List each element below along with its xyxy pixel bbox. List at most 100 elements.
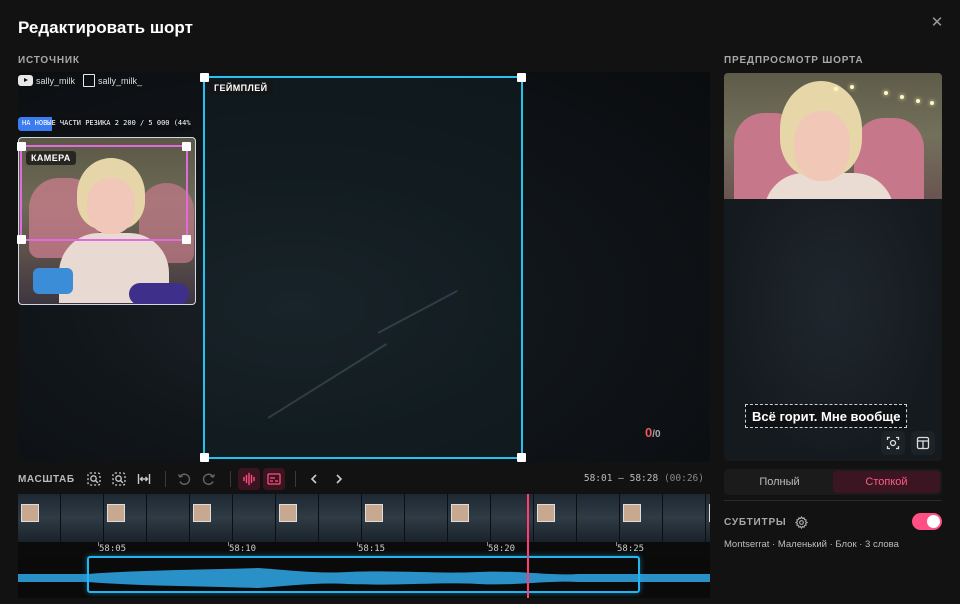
subtitles-track-icon[interactable] bbox=[262, 468, 285, 490]
timeline-thumbnail bbox=[362, 494, 405, 542]
ruler-tick-label: 58:15 bbox=[358, 544, 386, 554]
timeline-thumbnail bbox=[577, 494, 620, 542]
crop-handle-bottom-right[interactable] bbox=[517, 453, 526, 462]
subtitles-style-summary: Montserrat · Маленький · Блок · 3 слова bbox=[724, 539, 899, 550]
counter-total: 0 bbox=[655, 429, 661, 440]
gameplay-crop-box[interactable]: ГЕЙМПЛЕЙ bbox=[200, 73, 526, 462]
thumbnail-camera-inset bbox=[193, 504, 211, 522]
youtube-icon bbox=[18, 75, 33, 86]
timeline-thumbnail bbox=[18, 494, 61, 542]
scale-label: МАСШТАБ bbox=[18, 473, 75, 485]
layout-mode-stacked[interactable]: Стопкой bbox=[833, 471, 940, 493]
timeline-thumbnail bbox=[190, 494, 233, 542]
subtitles-toggle[interactable] bbox=[912, 513, 942, 530]
time-range-readout: 58:01 — 58:28 (00:26) bbox=[584, 473, 704, 484]
youtube-handle: sally_milk bbox=[36, 75, 76, 86]
preview-streamer-face bbox=[794, 111, 850, 181]
overlay-counter: 0/0 bbox=[645, 425, 661, 440]
fairy-light bbox=[850, 85, 854, 89]
twitch-icon bbox=[83, 74, 96, 87]
ruler-tick-label: 58:05 bbox=[99, 544, 127, 554]
social-twitch: sally_milk_ bbox=[83, 74, 142, 87]
short-preview bbox=[724, 73, 942, 461]
zoom-in-icon[interactable] bbox=[83, 468, 105, 490]
crop-handle-top-left[interactable] bbox=[17, 142, 26, 151]
camera-crop-label: КАМЕРА bbox=[26, 151, 76, 165]
timeline-thumbnail bbox=[104, 494, 147, 542]
timeline-toolbar: МАСШТАБ 58:01 — 58:28 (00:26) bbox=[18, 468, 710, 490]
crop-handle-bottom-left[interactable] bbox=[200, 453, 209, 462]
thumbnail-camera-inset bbox=[107, 504, 125, 522]
toolbar-separator bbox=[229, 471, 231, 487]
clip-selection-range[interactable] bbox=[87, 556, 640, 593]
toolbar-separator bbox=[294, 471, 296, 487]
redo-icon[interactable] bbox=[198, 468, 220, 490]
webcam-object bbox=[33, 268, 73, 294]
crop-handle-top-right[interactable] bbox=[182, 142, 191, 151]
clip-duration: (00:26) bbox=[663, 473, 704, 484]
chevron-left-icon[interactable] bbox=[303, 468, 325, 490]
fairy-light bbox=[884, 91, 888, 95]
thumbnail-camera-inset bbox=[623, 504, 641, 522]
preview-camera-area bbox=[724, 73, 942, 213]
dialog-title: Редактировать шорт bbox=[18, 18, 193, 37]
ruler-tick-label: 58:10 bbox=[229, 544, 257, 554]
ruler-tick-label: 58:25 bbox=[617, 544, 645, 554]
stream-socials: sally_milk sally_milk_ bbox=[18, 74, 142, 87]
thumbnail-camera-inset bbox=[709, 504, 710, 522]
timeline-thumbnail bbox=[448, 494, 491, 542]
crop-handle-top-left[interactable] bbox=[200, 73, 209, 82]
timeline-thumbnails[interactable] bbox=[18, 494, 710, 542]
timeline-thumbnail bbox=[61, 494, 104, 542]
layout-mode-switch: Полный Стопкой bbox=[724, 469, 942, 495]
time-range: 58:01 — 58:28 bbox=[583, 473, 659, 484]
thumbnail-camera-inset bbox=[451, 504, 469, 522]
fairy-light bbox=[916, 99, 920, 103]
social-youtube: sally_milk bbox=[18, 75, 75, 86]
thumbnail-camera-inset bbox=[365, 504, 383, 522]
camera-position-icon[interactable] bbox=[881, 431, 905, 455]
twitch-handle: sally_milk_ bbox=[98, 75, 143, 86]
timeline-thumbnail bbox=[620, 494, 663, 542]
fairy-light bbox=[930, 101, 934, 105]
crop-handle-bottom-right[interactable] bbox=[182, 235, 191, 244]
timeline-thumbnail bbox=[319, 494, 362, 542]
preview-section-label: ПРЕДПРОСМОТР ШОРТА bbox=[724, 55, 864, 66]
fit-width-icon[interactable] bbox=[133, 468, 155, 490]
timeline-thumbnail bbox=[534, 494, 577, 542]
thumbnail-camera-inset bbox=[537, 504, 555, 522]
timeline-thumbnail bbox=[233, 494, 276, 542]
timeline-thumbnail bbox=[663, 494, 706, 542]
close-icon[interactable]: ✕ bbox=[928, 14, 946, 32]
preview-subtitle[interactable]: Всё горит. Мне вообще bbox=[745, 404, 908, 428]
webcam-object bbox=[129, 283, 189, 304]
layout-mode-full[interactable]: Полный bbox=[726, 471, 833, 493]
thumbnail-camera-inset bbox=[279, 504, 297, 522]
gear-icon[interactable] bbox=[794, 515, 808, 529]
undo-icon[interactable] bbox=[173, 468, 195, 490]
playhead[interactable] bbox=[527, 494, 529, 598]
source-section-label: ИСТОЧНИК bbox=[18, 55, 80, 66]
gameplay-crop-label: ГЕЙМПЛЕЙ bbox=[209, 81, 273, 95]
crop-handle-top-right[interactable] bbox=[517, 73, 526, 82]
toolbar-separator bbox=[164, 471, 166, 487]
timeline-thumbnail bbox=[706, 494, 710, 542]
chevron-right-icon[interactable] bbox=[328, 468, 350, 490]
subtitles-row: СУБТИТРЫ bbox=[724, 513, 942, 531]
donation-progress-overlay: НА НОВЫЕ ЧАСТИ РЕЗИКА 2 200 / 5 000 (44%… bbox=[18, 117, 192, 131]
zoom-out-icon[interactable] bbox=[108, 468, 130, 490]
thumbnail-camera-inset bbox=[21, 504, 39, 522]
timeline-thumbnail bbox=[147, 494, 190, 542]
subtitles-label: СУБТИТРЫ bbox=[724, 516, 787, 528]
timeline-thumbnail bbox=[405, 494, 448, 542]
crop-handle-bottom-left[interactable] bbox=[17, 235, 26, 244]
donation-progress-text: НА НОВЫЕ ЧАСТИ РЕЗИКА 2 200 / 5 000 (44%… bbox=[22, 119, 192, 127]
panel-divider bbox=[724, 500, 942, 501]
camera-crop-box[interactable]: КАМЕРА bbox=[17, 142, 191, 244]
layout-icon[interactable] bbox=[911, 431, 935, 455]
timeline-thumbnail bbox=[276, 494, 319, 542]
ruler-tick-label: 58:20 bbox=[488, 544, 516, 554]
fairy-light bbox=[834, 87, 838, 91]
fairy-light bbox=[900, 95, 904, 99]
waveform-icon[interactable] bbox=[237, 468, 260, 490]
